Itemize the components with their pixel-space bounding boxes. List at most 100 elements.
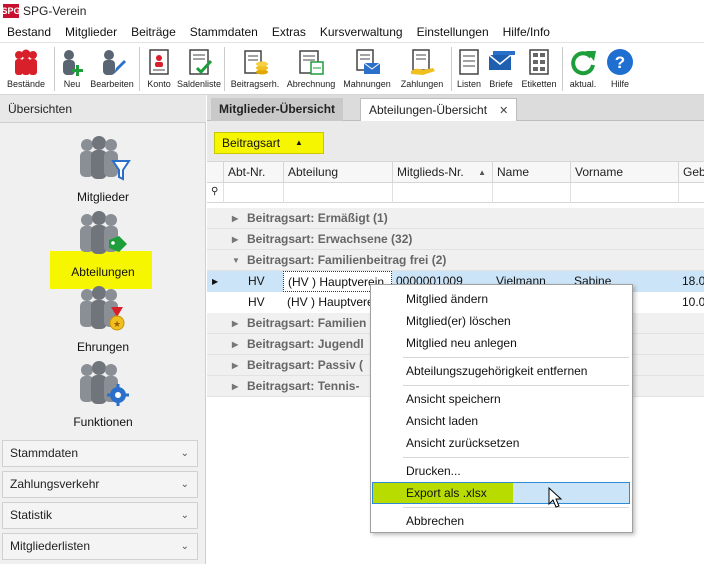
column-header[interactable]: Geb [678,162,704,184]
menu-bar: Bestand Mitglieder Beiträge Stammdaten E… [0,22,704,43]
sidebar-item-funktionen[interactable]: Funktionen [0,358,206,429]
expand-icon: ▶ [232,382,239,391]
saldenliste-button[interactable]: Saldenliste [176,43,222,95]
toolbar-divider [139,47,140,91]
accordion-label: Zahlungsverkehr [10,477,100,491]
briefe-button[interactable]: Briefe [484,43,518,95]
payments-icon [407,47,437,77]
add-person-icon [57,47,87,77]
konto-button[interactable]: Konto [142,43,176,95]
collapse-icon: ▼ [232,256,240,265]
sidebar-header[interactable]: Übersichten [0,95,206,123]
group-row[interactable]: ▶ Beitragsart: Erwachsene (32) [207,229,704,250]
filter-pin-icon: ⚲ [211,186,219,197]
accordion-zahlungsverkehr[interactable]: Zahlungsverkehr ⌄ [2,471,198,498]
beitragserh-button[interactable]: Beitragserh. [227,43,283,95]
menu-hilfe[interactable]: Hilfe/Info [496,22,557,43]
menu-einstellungen[interactable]: Einstellungen [410,22,496,43]
expand-icon: ▶ [232,319,239,328]
refresh-button[interactable]: aktual. [565,43,601,95]
svg-text:★: ★ [113,319,121,329]
etiketten-button[interactable]: Etiketten [518,43,560,95]
filter-cell[interactable] [678,183,704,203]
sidebar-item-ehrungen[interactable]: ★ Ehrungen [0,283,206,354]
menu-item-export-xlsx[interactable]: Export als .xlsx [371,482,632,504]
menu-item-ansicht-speichern[interactable]: Ansicht speichern [371,388,632,410]
functions-gear-icon [73,358,133,414]
billing-icon [296,47,326,77]
abrechnung-button[interactable]: Abrechnung [283,43,339,95]
filter-cell[interactable] [283,183,392,203]
filter-cell[interactable] [492,183,570,203]
menu-item-ansicht-laden[interactable]: Ansicht laden [371,410,632,432]
account-icon [144,47,174,77]
help-button[interactable]: ? Hilfe [601,43,639,95]
row-indicator-icon: ▶ [212,277,219,286]
context-menu: Mitglied ändern Mitglied(er) löschen Mit… [370,284,633,533]
accordion-label: Mitgliederlisten [10,539,91,553]
menu-divider [403,385,629,386]
tab-mitglieder-uebersicht[interactable]: Mitglieder-Übersicht [211,98,344,121]
zahlungen-button[interactable]: Zahlungen [395,43,449,95]
filter-cell[interactable] [223,183,283,203]
accordion-statistik[interactable]: Statistik ⌄ [2,502,198,529]
neu-button[interactable]: Neu [57,43,87,95]
sidebar: Übersichten Mitglieder Abteilungen ★ Ehr… [0,95,206,564]
group-row[interactable]: ▼ Beitragsart: Familienbeitrag frei (2) [207,250,704,271]
cell-geb: 18.0 [682,274,704,288]
menu-beitraege[interactable]: Beiträge [124,22,183,43]
grid-header: Abt-Nr. Abteilung Mitglieds-Nr. ▲ Name V… [207,161,704,184]
menu-mitglieder[interactable]: Mitglieder [58,22,124,43]
menu-divider [403,357,629,358]
mahnungen-button[interactable]: Mahnungen [339,43,395,95]
accordion-mitgliederlisten[interactable]: Mitgliederlisten ⌄ [2,533,198,560]
menu-stammdaten[interactable]: Stammdaten [183,22,265,43]
column-header[interactable]: Name [492,162,570,184]
group-by-chip[interactable]: Beitragsart ▲ [214,132,324,154]
departments-icon [73,208,133,264]
saldenliste-label: Saldenliste [176,79,222,89]
toolbar-divider [451,47,452,91]
bestaende-icon [11,47,41,77]
beitragserh-label: Beitragserh. [230,79,280,89]
group-row[interactable]: ▶ Beitragsart: Ermäßigt (1) [207,208,704,229]
menu-item-mitglied-neu[interactable]: Mitglied neu anlegen [371,332,632,354]
bearbeiten-button[interactable]: Bearbeiten [87,43,137,95]
bestaende-button[interactable]: Bestände [0,43,52,95]
expand-icon: ▶ [232,214,239,223]
sidebar-item-label: Ehrungen [76,340,130,354]
menu-item-zugehoerigkeit-entfernen[interactable]: Abteilungszugehörigkeit entfernen [371,360,632,382]
tab-abteilungen-uebersicht[interactable]: Abteilungen-Übersicht ✕ [360,98,518,121]
column-header[interactable]: Mitglieds-Nr. ▲ [392,162,492,184]
menu-kursverwaltung[interactable]: Kursverwaltung [313,22,410,43]
sidebar-item-label: Funktionen [73,415,133,429]
column-header[interactable]: Abt-Nr. [223,162,283,184]
listen-button[interactable]: Listen [454,43,484,95]
bestaende-label: Bestände [6,79,46,89]
sidebar-item-abteilungen[interactable]: Abteilungen [0,208,206,279]
menu-extras[interactable]: Extras [265,22,313,43]
sidebar-item-label: Abteilungen [71,265,135,279]
filter-cell[interactable] [570,183,678,203]
zahlungen-label: Zahlungen [400,79,444,89]
labels-icon [524,47,554,77]
accordion-stammdaten[interactable]: Stammdaten ⌄ [2,440,198,467]
menu-bestand[interactable]: Bestand [0,22,58,43]
sidebar-item-label: Mitglieder [76,190,130,204]
chevron-down-icon: ⌄ [180,510,189,521]
sort-asc-icon: ▲ [295,138,303,147]
menu-item-mitglied-aendern[interactable]: Mitglied ändern [371,288,632,310]
cell-abt: HV [248,295,265,309]
column-header[interactable]: Vorname [570,162,678,184]
sidebar-item-mitglieder[interactable]: Mitglieder [0,133,206,204]
title-bar: SPG SPG-Verein [0,0,704,22]
menu-item-ansicht-zuruecksetzen[interactable]: Ansicht zurücksetzen [371,432,632,454]
close-icon[interactable]: ✕ [499,105,508,117]
honors-medal-icon: ★ [73,283,133,339]
menu-item-drucken[interactable]: Drucken... [371,460,632,482]
column-header[interactable]: Abteilung [283,162,392,184]
filter-cell[interactable] [392,183,492,203]
menu-item-mitglied-loeschen[interactable]: Mitglied(er) löschen [371,310,632,332]
toolbar-divider [224,47,225,91]
menu-item-abbrechen[interactable]: Abbrechen [371,510,632,532]
